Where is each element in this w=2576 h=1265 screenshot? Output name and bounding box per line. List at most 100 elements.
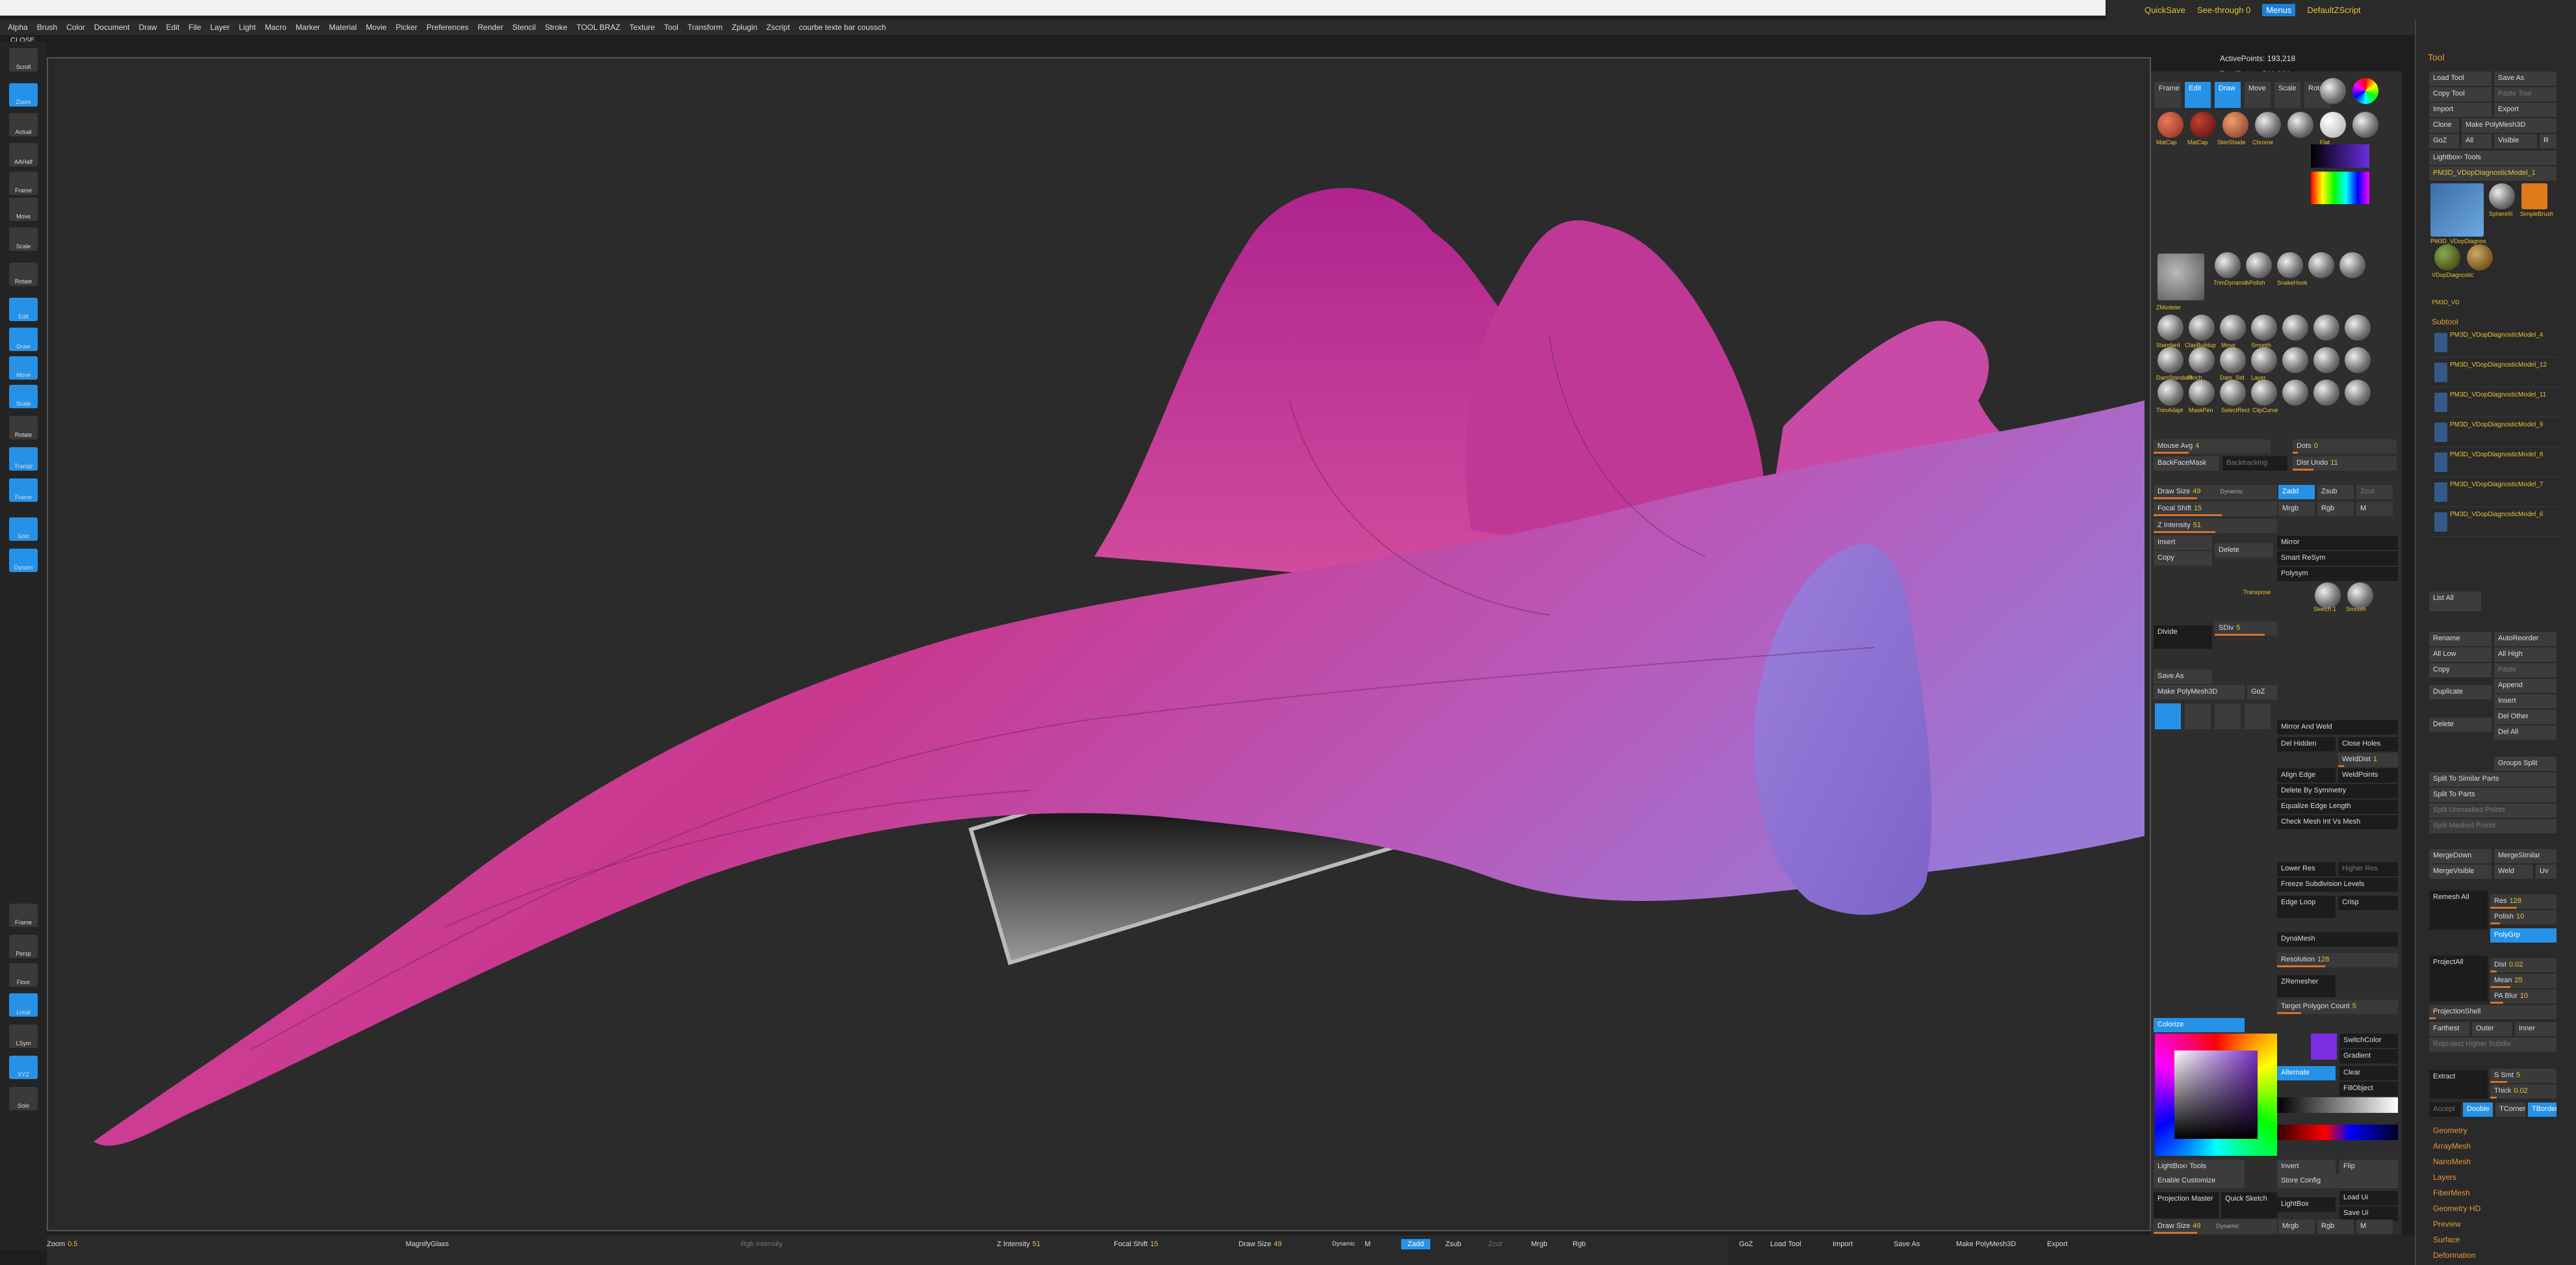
subtool-row[interactable]: PM3D_VDopDiagnosticModel_4	[2432, 329, 2559, 358]
visible-button[interactable]: Visible	[2494, 134, 2537, 148]
brush-thumb[interactable]	[2313, 347, 2339, 373]
resolution-slider[interactable]: Resolution 128	[2277, 953, 2398, 967]
load-ui-button[interactable]: Load Ui	[2339, 1191, 2398, 1205]
menu-marker[interactable]: Marker	[296, 23, 320, 32]
menu-transform[interactable]: Transform	[688, 23, 723, 32]
brush-thumb[interactable]	[2220, 347, 2246, 373]
current-tool-name[interactable]: PM3D_VDopDiagnosticModel_1	[2429, 166, 2557, 181]
weld-button[interactable]: Weld	[2494, 865, 2533, 879]
crisp-button[interactable]: Crisp	[2338, 896, 2398, 910]
store-config-button[interactable]: Store Config	[2277, 1174, 2398, 1188]
menu-preview[interactable]: Preview	[2433, 1219, 2461, 1229]
delete-by-symmetry-button[interactable]: Delete By Symmetry	[2277, 784, 2398, 798]
see-through-slider[interactable]: See-through 0	[2197, 5, 2250, 15]
close-holes-button[interactable]: Close Holes	[2338, 737, 2398, 751]
menu-color[interactable]: Color	[66, 23, 85, 32]
menu-layers[interactable]: Layers	[2433, 1173, 2456, 1182]
frame-button[interactable]: Frame	[2155, 82, 2181, 108]
left-shelf-lsym-button[interactable]: LSym	[9, 1024, 38, 1048]
menu-light[interactable]: Light	[239, 23, 256, 32]
delete-button[interactable]: Delete	[2215, 543, 2273, 558]
brush-thumb[interactable]	[2220, 315, 2246, 341]
weld-dist-slider[interactable]: WeldDist 1	[2338, 753, 2398, 767]
focal-shift-slider[interactable]: Focal Shift 15	[2154, 502, 2277, 516]
material-slot[interactable]	[2352, 112, 2378, 138]
gray-gradient-bar[interactable]	[2277, 1097, 2398, 1113]
save-as-button[interactable]: Save As	[2154, 670, 2212, 684]
paste-tool-button[interactable]: Paste Tool	[2494, 87, 2557, 101]
left-shelf-xyz-button[interactable]: XYZ	[9, 1056, 38, 1079]
inner-button[interactable]: Inner	[2515, 1022, 2557, 1036]
goz-tool-button[interactable]: GoZ	[2429, 134, 2459, 148]
left-shelf-move-button[interactable]: Move	[9, 198, 38, 221]
make-polymesh-bottom-button[interactable]: Make PolyMesh3D	[1956, 1240, 2016, 1248]
goz-bottom-button[interactable]: GoZ	[1739, 1240, 1753, 1248]
z-intensity-bottom-slider[interactable]: Z Intensity 51	[997, 1240, 1040, 1248]
left-shelf-scroll-button[interactable]: Scroll	[9, 48, 38, 72]
del-other-button[interactable]: Del Other	[2494, 710, 2557, 724]
m-button-2[interactable]: M	[2356, 1219, 2393, 1234]
thick-slider[interactable]: Thick 0.02	[2490, 1084, 2557, 1099]
menu-render[interactable]: Render	[478, 23, 503, 32]
draw-size-slider-2[interactable]: Draw Size 49 Dynamic	[2154, 1219, 2277, 1234]
left-shelf-actual-button[interactable]: Actual	[9, 113, 38, 137]
all-high-button[interactable]: All High	[2494, 647, 2557, 662]
sketch-brush-thumb[interactable]	[2315, 582, 2341, 608]
zcut-bottom-button[interactable]: Zcut	[1488, 1240, 1502, 1248]
reproject-higher-button[interactable]: Reproject Higher Subdiv	[2429, 1037, 2557, 1052]
left-shelf-local-button[interactable]: Local	[9, 993, 38, 1017]
rotate-button-2[interactable]	[2245, 703, 2271, 729]
menu-alpha[interactable]: Alpha	[8, 23, 28, 32]
rgb-intensity-slider[interactable]: Rgb Intensity	[741, 1240, 782, 1248]
tool-thumb[interactable]	[2467, 244, 2493, 270]
menu-file[interactable]: File	[188, 23, 201, 32]
dist-undo-slider[interactable]: Dist Undo 11	[2293, 456, 2397, 471]
subtool-row[interactable]: PM3D_VDopDiagnosticModel_9	[2432, 419, 2559, 447]
menu-brush[interactable]: Brush	[37, 23, 57, 32]
check-mesh-button[interactable]: Check Mesh Int Vs Mesh	[2277, 815, 2398, 829]
weld-points-button[interactable]: WeldPoints	[2338, 768, 2398, 783]
brush-thumb[interactable]	[2157, 380, 2183, 406]
menu-texture[interactable]: Texture	[629, 23, 654, 32]
zadd-button[interactable]: Zadd	[2278, 485, 2315, 499]
current-tool-thumb[interactable]	[2430, 183, 2484, 237]
left-shelf-persp-button[interactable]: Persp	[9, 935, 38, 958]
menu-geometry-hd[interactable]: Geometry HD	[2433, 1204, 2480, 1213]
brush-thumb[interactable]	[2339, 252, 2365, 278]
polysym-button[interactable]: Polysym	[2277, 567, 2398, 581]
smooth-brush-thumb[interactable]	[2347, 582, 2373, 608]
canvas-viewport[interactable]	[55, 62, 2145, 1226]
left-shelf-transp-button[interactable]: Transp	[9, 447, 38, 471]
left-shelf-dynam-button[interactable]: Dynam	[9, 549, 38, 572]
pa-blur-slider[interactable]: PA Blur 10	[2490, 989, 2557, 1004]
color-ball[interactable]	[2352, 78, 2378, 104]
rgb-sliders[interactable]	[2277, 1125, 2398, 1140]
farthest-button[interactable]: Farthest	[2429, 1022, 2469, 1036]
brush-thumb[interactable]	[2277, 252, 2303, 278]
all-button[interactable]: All	[2462, 134, 2492, 148]
zcut-button[interactable]: Zcut	[2356, 485, 2393, 499]
left-shelf-frame-button[interactable]: Frame	[9, 172, 38, 195]
backface-mask-button[interactable]: BackFaceMask	[2154, 456, 2219, 471]
polish-slider[interactable]: Polish 10	[2490, 910, 2557, 924]
enable-customize-button[interactable]: Enable Customize	[2154, 1174, 2245, 1188]
all-low-button[interactable]: All Low	[2429, 647, 2492, 662]
r-button[interactable]: R	[2540, 134, 2557, 148]
left-shelf-floor-button[interactable]: Floor	[9, 963, 38, 987]
clear-button[interactable]: Clear	[2339, 1066, 2398, 1080]
paste-subtool-button[interactable]: Paste	[2494, 663, 2557, 677]
default-zscript-button[interactable]: DefaultZScript	[2307, 5, 2360, 15]
menu-arraymesh[interactable]: ArrayMesh	[2433, 1141, 2471, 1151]
brush-thumb[interactable]	[2345, 380, 2371, 406]
brush-thumb[interactable]	[2345, 347, 2371, 373]
menu-macro[interactable]: Macro	[265, 23, 287, 32]
move-mode-button[interactable]: Move	[2245, 82, 2271, 108]
save-ui-button[interactable]: Save Ui	[2339, 1206, 2398, 1221]
brush-thumb[interactable]	[2157, 347, 2183, 373]
brush-thumb[interactable]	[2308, 252, 2334, 278]
merge-visible-button[interactable]: MergeVisible	[2429, 865, 2492, 879]
left-shelf-rotate-button[interactable]: Rotate	[9, 416, 38, 439]
dynamesh-button[interactable]: DynaMesh	[2277, 932, 2398, 946]
menu-nanomesh[interactable]: NanoMesh	[2433, 1157, 2471, 1166]
subtool-row[interactable]: PM3D_VDopDiagnosticModel_12	[2432, 359, 2559, 387]
